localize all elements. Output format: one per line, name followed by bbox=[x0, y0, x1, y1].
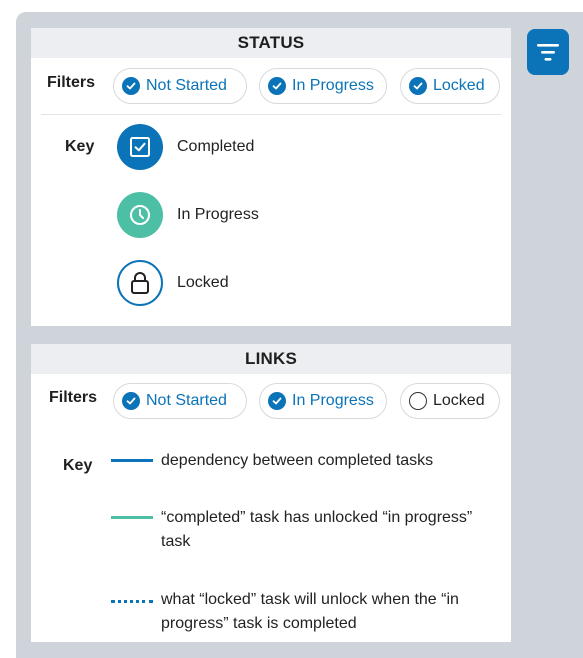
links-filter-in-progress[interactable]: In Progress bbox=[259, 383, 387, 419]
status-header: STATUS bbox=[31, 28, 511, 58]
filter-label: Locked bbox=[433, 77, 485, 94]
filter-label: Not Started bbox=[146, 392, 227, 409]
links-filters-label: Filters bbox=[49, 389, 98, 406]
checkbox-unchecked-icon bbox=[409, 392, 427, 410]
in-progress-key-text: In Progress bbox=[177, 206, 259, 223]
links-card: LINKS Filters Not Started In Progress Lo… bbox=[31, 344, 511, 642]
links-key-label: Key bbox=[63, 457, 93, 474]
status-filters-label: Filters bbox=[47, 74, 96, 91]
filter-toggle-button[interactable] bbox=[527, 29, 569, 75]
in-progress-status-icon bbox=[117, 192, 163, 238]
checkbox-checked-icon bbox=[268, 77, 286, 95]
dotted-blue-link-line bbox=[111, 600, 153, 603]
checkbox-checked-icon bbox=[268, 392, 286, 410]
checkbox-checked-icon bbox=[122, 77, 140, 95]
completed-key-text: Completed bbox=[177, 138, 255, 155]
status-key-label: Key bbox=[65, 138, 95, 155]
filter-label: In Progress bbox=[292, 77, 374, 94]
solid-blue-link-line bbox=[111, 459, 153, 462]
locked-status-icon bbox=[117, 260, 163, 306]
status-card: STATUS Filters Not Started In Progress L… bbox=[31, 28, 511, 326]
filter-label: Locked bbox=[433, 392, 485, 409]
links-header: LINKS bbox=[31, 344, 511, 374]
filter-label: Not Started bbox=[146, 77, 227, 94]
links-filter-locked[interactable]: Locked bbox=[400, 383, 500, 419]
filter-icon bbox=[537, 44, 559, 61]
checkbox-checked-icon bbox=[122, 392, 140, 410]
link-key-text-unlocked: “completed” task has unlocked “in progre… bbox=[161, 509, 473, 550]
status-filter-locked[interactable]: Locked bbox=[400, 68, 500, 104]
status-filter-in-progress[interactable]: In Progress bbox=[259, 68, 387, 104]
filter-label: In Progress bbox=[292, 392, 374, 409]
status-filter-not-started[interactable]: Not Started bbox=[113, 68, 247, 104]
link-key-text-locked: what “locked” task will unlock when the … bbox=[161, 591, 459, 632]
locked-key-text: Locked bbox=[177, 274, 229, 291]
solid-teal-link-line bbox=[111, 516, 153, 519]
check-square-icon bbox=[130, 137, 150, 157]
checkbox-checked-icon bbox=[409, 77, 427, 95]
completed-status-icon bbox=[117, 124, 163, 170]
links-filter-not-started[interactable]: Not Started bbox=[113, 383, 247, 419]
status-divider bbox=[41, 114, 501, 115]
clock-icon bbox=[130, 205, 150, 225]
lock-icon bbox=[131, 272, 149, 294]
link-key-text-completed: dependency between completed tasks bbox=[161, 452, 434, 469]
